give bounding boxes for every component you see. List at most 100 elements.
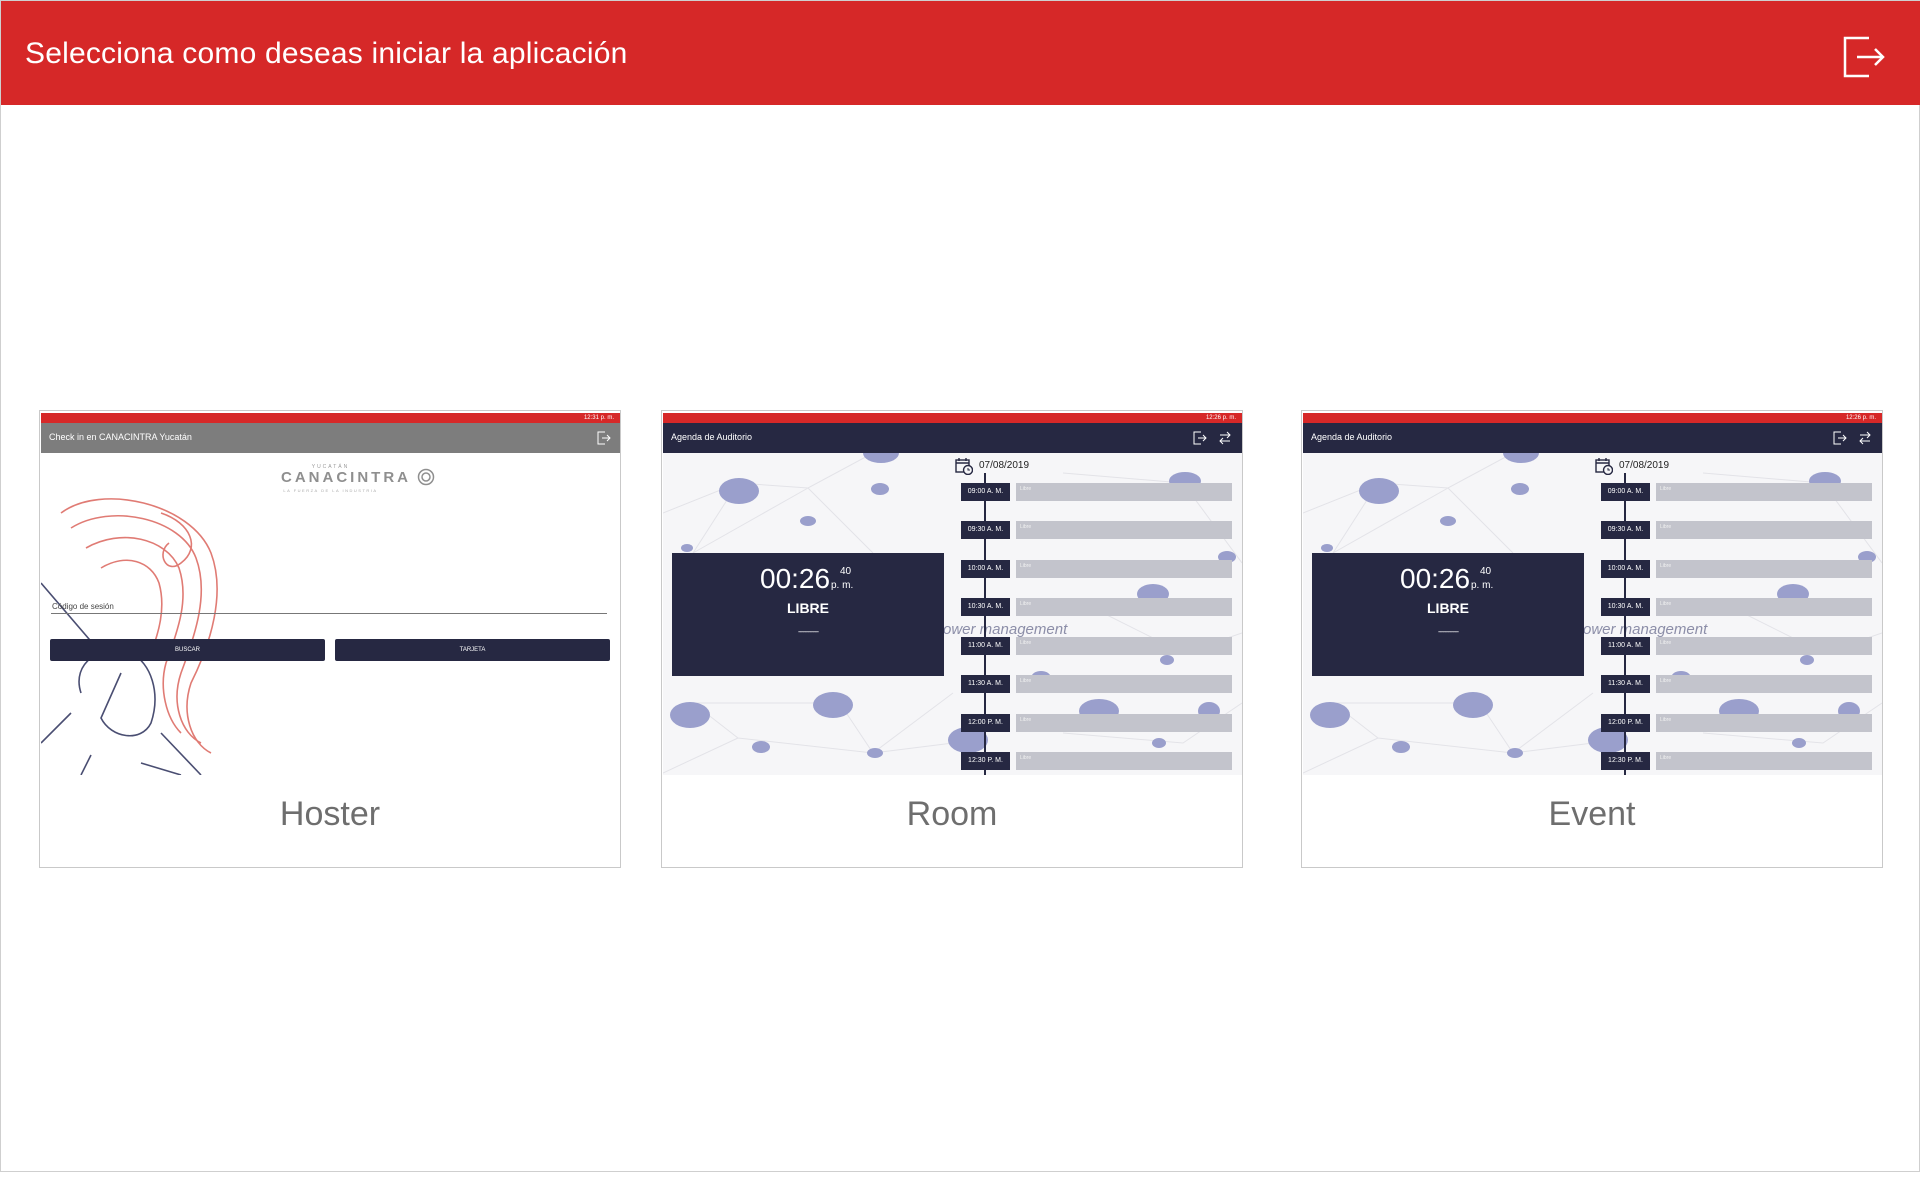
brand-watermark: ower management — [943, 621, 1068, 638]
room-option-label: Room — [906, 795, 998, 833]
slot-status: Libre — [1016, 598, 1232, 616]
slot-time: 11:00 A. M. — [961, 637, 1010, 655]
logo-wordmark: CANACINTRA — [281, 469, 411, 486]
swap-icon — [1219, 431, 1231, 445]
exit-icon — [1193, 431, 1207, 445]
slot-time: 10:00 A. M. — [961, 560, 1010, 578]
slot-time: 09:00 A. M. — [1601, 483, 1650, 501]
app-bar: Selecciona como deseas iniciar la aplica… — [1, 1, 1920, 105]
preview-app-title: Agenda de Auditorio — [1311, 432, 1393, 442]
slot-status: Libre — [1656, 675, 1872, 693]
agenda-slot: 09:00 A. M. Libre — [1303, 483, 1882, 503]
slot-time: 09:30 A. M. — [961, 521, 1010, 539]
agenda-slot: 11:00 A. M. Libre — [663, 637, 1242, 657]
preview-content: ower management 00:26 40 p. m. LIBRE ---… — [663, 453, 1242, 775]
agenda-slot: 12:00 P. M. Libre — [663, 714, 1242, 734]
preview-app-bar: Agenda de Auditorio — [1303, 423, 1882, 453]
slot-status: Libre — [1656, 521, 1872, 539]
preview-card-button: TARJETA — [335, 639, 610, 661]
event-status-detail: ------------ — [1438, 627, 1459, 636]
preview-search-button: BUSCAR — [50, 639, 325, 661]
slot-status: Libre — [1656, 714, 1872, 732]
page-title: Selecciona como deseas iniciar la aplica… — [25, 37, 628, 70]
swap-icon — [1859, 431, 1871, 445]
preview-status-time: 12:26 p. m. — [1205, 415, 1236, 421]
preview-app-title: Agenda de Auditorio — [671, 432, 753, 442]
session-code-field-line — [51, 613, 607, 614]
clock-ampm: p. m. — [831, 580, 854, 591]
agenda-slot: 12:30 P. M. Libre — [1303, 752, 1882, 772]
agenda-date-text: 07/08/2019 — [1619, 460, 1670, 471]
slot-time: 12:30 P. M. — [961, 752, 1010, 770]
agenda-date-text: 07/08/2019 — [979, 460, 1030, 471]
preview-status-time: 12:26 p. m. — [1845, 415, 1876, 421]
preview-app-bar: Agenda de Auditorio — [663, 423, 1242, 453]
slot-time: 11:00 A. M. — [1601, 637, 1650, 655]
preview-content: YUCATÁN CANACINTRA LA FUERZA DE LA INDUS… — [41, 453, 620, 775]
agenda-slot: 11:30 A. M. Libre — [663, 675, 1242, 695]
slot-status: Libre — [1016, 637, 1232, 655]
slot-time: 10:00 A. M. — [1601, 560, 1650, 578]
preview-status-bar: 12:26 p. m. — [1303, 413, 1882, 423]
agenda-slot: 12:00 P. M. Libre — [1303, 714, 1882, 734]
slot-status: Libre — [1016, 483, 1232, 501]
slot-time: 12:00 P. M. — [961, 714, 1010, 732]
clock-ampm: p. m. — [1471, 580, 1494, 591]
logo-emblem-icon — [417, 468, 435, 486]
agenda-slot: 11:00 A. M. Libre — [1303, 637, 1882, 657]
room-option-card[interactable]: 12:26 p. m. Agenda de Auditorio ower man… — [661, 410, 1243, 868]
agenda-slot: 12:30 P. M. Libre — [663, 752, 1242, 772]
app-window: Selecciona como deseas iniciar la aplica… — [0, 0, 1920, 1172]
agenda-slot: 09:30 A. M. Libre — [1303, 521, 1882, 541]
preview-status-bar: 12:26 p. m. — [663, 413, 1242, 423]
slot-time: 12:30 P. M. — [1601, 752, 1650, 770]
agenda-slot: 10:00 A. M. Libre — [1303, 560, 1882, 580]
calendar-clock-icon — [955, 458, 973, 475]
hoster-option-card[interactable]: 12:31 p. m. Check in en CANACINTRA Yucat… — [39, 410, 621, 868]
decorative-outline-illustration — [41, 498, 218, 775]
exit-icon — [1833, 431, 1847, 445]
hoster-preview-screenshot: 12:31 p. m. Check in en CANACINTRA Yucat… — [41, 413, 620, 775]
slot-status: Libre — [1656, 560, 1872, 578]
agenda-slot: 11:30 A. M. Libre — [1303, 675, 1882, 695]
calendar-clock-icon — [1595, 458, 1613, 475]
slot-time: 11:30 A. M. — [1601, 675, 1650, 693]
app-mode-options: 12:31 p. m. Check in en CANACINTRA Yucat… — [39, 410, 1883, 868]
preview-app-bar: Check in en CANACINTRA Yucatán — [41, 423, 620, 453]
logo-tagline: LA FUERZA DE LA INDUSTRIA — [283, 488, 378, 493]
slot-status: Libre — [1656, 483, 1872, 501]
exit-icon — [597, 431, 611, 445]
slot-time: 10:30 A. M. — [1601, 598, 1650, 616]
room-status-detail: ------------ — [798, 627, 819, 636]
slot-time: 09:00 A. M. — [961, 483, 1010, 501]
preview-status-bar: 12:31 p. m. — [41, 413, 620, 423]
slot-status: Libre — [1016, 560, 1232, 578]
slot-time: 12:00 P. M. — [1601, 714, 1650, 732]
agenda-slot: 10:00 A. M. Libre — [663, 560, 1242, 580]
event-option-card[interactable]: 12:26 p. m. Agenda de Auditorio ower man… — [1301, 410, 1883, 868]
preview-app-title: Check in en CANACINTRA Yucatán — [49, 432, 192, 442]
slot-status: Libre — [1016, 521, 1232, 539]
slot-time: 11:30 A. M. — [961, 675, 1010, 693]
preview-content: ower management 00:26 40 p. m. LIBRE ---… — [1303, 453, 1882, 775]
event-preview-screenshot: 12:26 p. m. Agenda de Auditorio ower man… — [1303, 413, 1882, 775]
slot-status: Libre — [1016, 675, 1232, 693]
exit-icon[interactable] — [1841, 34, 1887, 80]
agenda-slot: 09:00 A. M. Libre — [663, 483, 1242, 503]
slot-status: Libre — [1016, 752, 1232, 770]
preview-status-time: 12:31 p. m. — [583, 415, 614, 421]
agenda-slot: 10:30 A. M. Libre — [1303, 598, 1882, 618]
hoster-option-label: Hoster — [279, 795, 381, 833]
brand-watermark: ower management — [1583, 621, 1708, 638]
session-code-label: Código de sesión — [52, 602, 114, 611]
slot-time: 09:30 A. M. — [1601, 521, 1650, 539]
slot-time: 10:30 A. M. — [961, 598, 1010, 616]
slot-status: Libre — [1656, 752, 1872, 770]
room-preview-screenshot: 12:26 p. m. Agenda de Auditorio ower man… — [663, 413, 1242, 775]
slot-status: Libre — [1656, 637, 1872, 655]
agenda-slot: 09:30 A. M. Libre — [663, 521, 1242, 541]
slot-status: Libre — [1016, 714, 1232, 732]
slot-status: Libre — [1656, 598, 1872, 616]
agenda-slot: 10:30 A. M. Libre — [663, 598, 1242, 618]
event-option-label: Event — [1548, 795, 1636, 833]
